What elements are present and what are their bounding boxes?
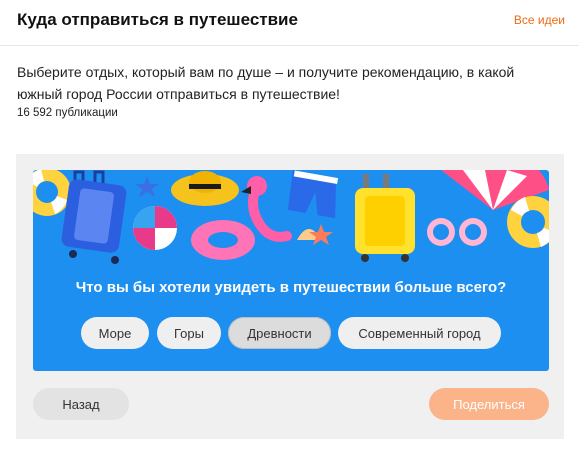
quiz-card: Что вы бы хотели увидеть в путешествии б… — [33, 170, 549, 371]
back-button[interactable]: Назад — [33, 388, 129, 420]
header: Куда отправиться в путешествие Все идеи — [0, 0, 579, 46]
option-antiquities-button[interactable]: Древности — [228, 317, 331, 349]
yellow-suitcase-icon — [355, 174, 415, 262]
sun-hat-icon — [171, 171, 239, 206]
travel-banner-illustration — [33, 170, 549, 264]
publications-count: 16 592 публикации — [17, 107, 118, 119]
all-ideas-link[interactable]: Все идеи — [514, 13, 565, 27]
inflatable-ring-icon — [191, 220, 255, 260]
quiz-question: Что вы бы хотели увидеть в путешествии б… — [75, 279, 507, 296]
sunglasses-icon — [427, 218, 487, 246]
swim-ring-icon — [33, 170, 71, 216]
blue-suitcase-icon — [61, 170, 127, 264]
swim-ring-icon — [507, 196, 549, 248]
starfish-icon — [309, 224, 333, 245]
option-sea-button[interactable]: Море — [81, 317, 149, 349]
beach-ball-icon — [133, 206, 177, 250]
page-title: Куда отправиться в путешествие — [17, 10, 298, 29]
swim-trunks-icon — [287, 170, 339, 219]
share-button[interactable]: Поделиться — [429, 388, 549, 420]
option-modern-city-button[interactable]: Современный город — [338, 317, 501, 349]
description: Выберите отдых, который вам по душе – и … — [17, 64, 515, 102]
option-mountains-button[interactable]: Горы — [157, 317, 221, 349]
starfish-icon — [135, 176, 159, 197]
